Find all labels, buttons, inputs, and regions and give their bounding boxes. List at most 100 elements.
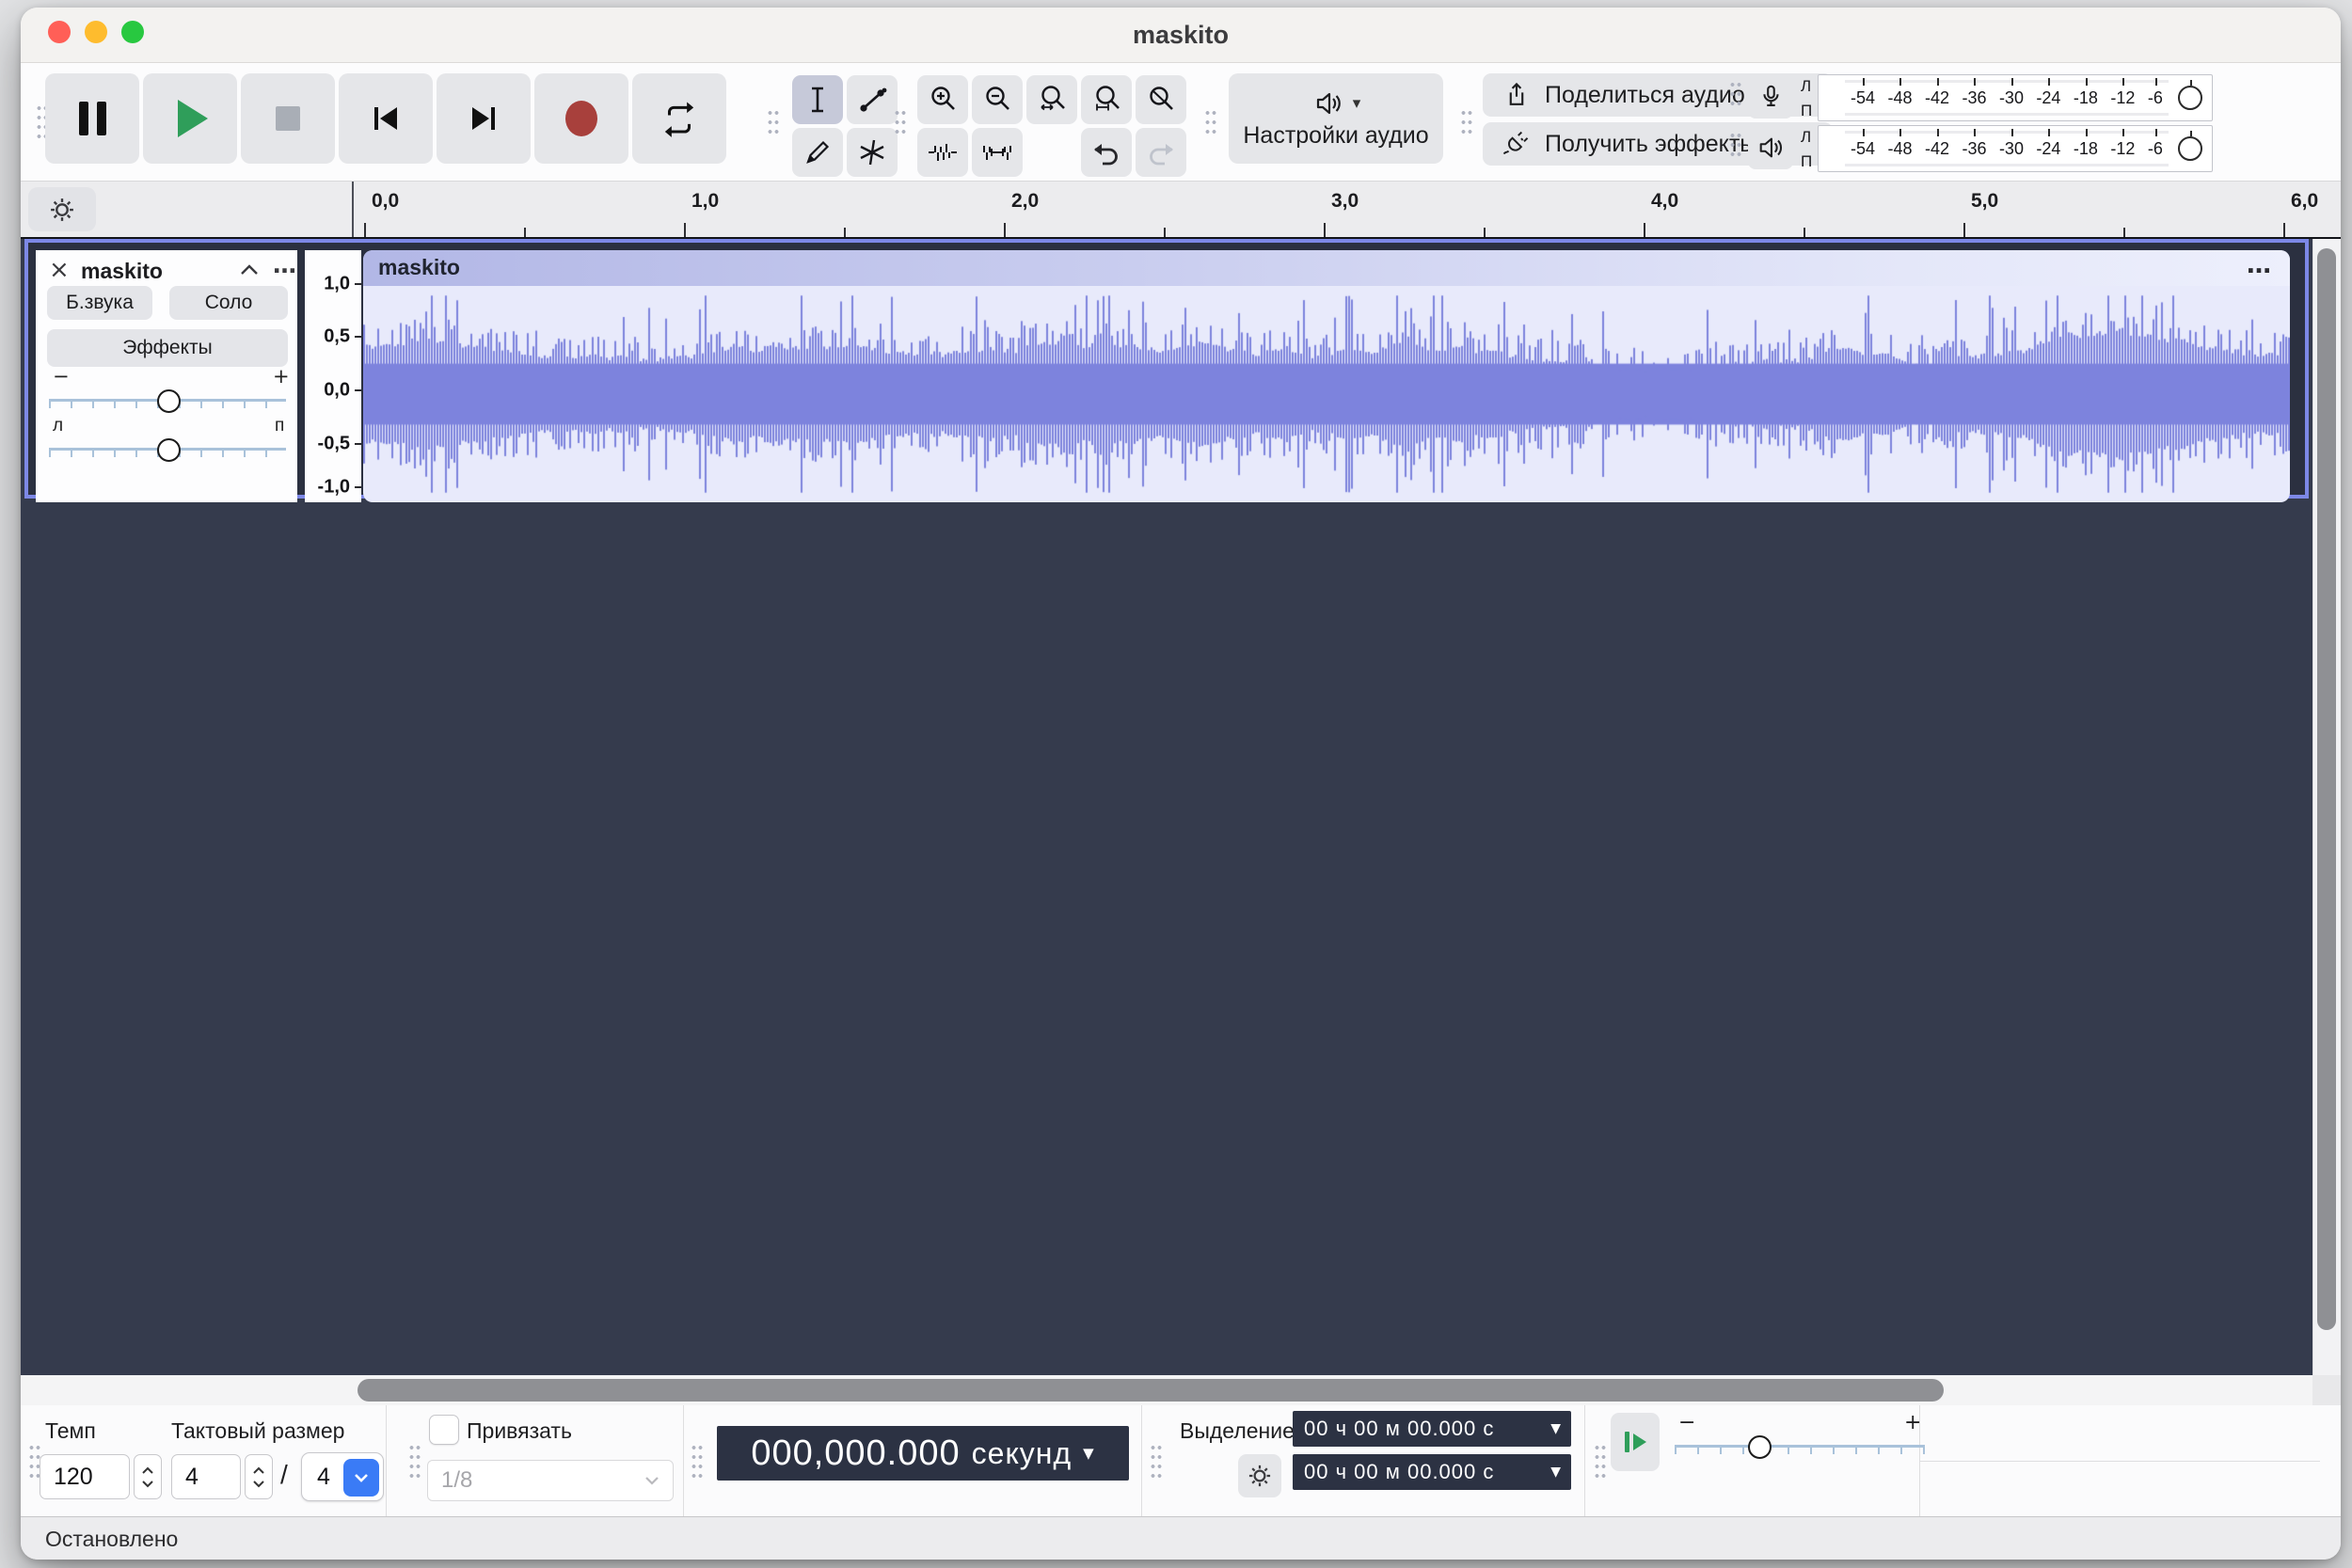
share-audio-label: Поделиться аудио	[1545, 82, 1745, 109]
track-menu-button[interactable]: …	[273, 251, 298, 278]
selection-tool-button[interactable]	[792, 75, 843, 124]
tempo-stepper[interactable]	[134, 1454, 162, 1499]
effects-button[interactable]: Эффекты	[47, 329, 288, 367]
tools-toolbar-grip[interactable]	[767, 108, 780, 136]
time-signature-denominator-select[interactable]: 4	[301, 1452, 384, 1501]
play-speed-slider[interactable]	[1673, 1435, 1927, 1460]
play-button[interactable]	[143, 73, 237, 164]
audio-setup-grip[interactable]	[1204, 108, 1217, 136]
zoom-out-button[interactable]	[972, 75, 1023, 124]
clip-menu-button[interactable]: …	[2247, 251, 2273, 279]
fit-selection-button[interactable]	[1026, 75, 1077, 124]
meter-scale-label: -30	[1999, 139, 2024, 159]
track-area[interactable]: × maskito … Б.звука Соло Эффекты − + л п	[21, 239, 2312, 1375]
snap-interval-select[interactable]: 1/8	[427, 1460, 674, 1501]
time-format-caret[interactable]: ▼	[1083, 1445, 1095, 1462]
zoom-in-button[interactable]	[917, 75, 968, 124]
timeline-options-button[interactable]	[28, 187, 96, 231]
play-at-speed-grip[interactable]	[1594, 1443, 1607, 1481]
recording-meter-mic-button[interactable]	[1748, 75, 1793, 119]
fit-selection-icon	[1036, 84, 1068, 116]
toolbar-separator	[1584, 1405, 1585, 1516]
ruler-label: 5,0	[1971, 190, 1998, 213]
time-toolbar-grip[interactable]	[691, 1443, 704, 1481]
collapse-track-icon[interactable]	[239, 263, 260, 277]
playback-meter-grip[interactable]	[1729, 131, 1742, 159]
select-chevron-button[interactable]	[343, 1459, 379, 1497]
mute-button[interactable]: Б.звука	[47, 286, 152, 320]
pan-slider[interactable]	[47, 438, 288, 463]
waveform-canvas[interactable]	[363, 286, 2290, 502]
snap-checkbox[interactable]	[429, 1415, 459, 1445]
undo-button[interactable]	[1081, 128, 1132, 177]
vertical-scrollbar[interactable]	[2312, 239, 2341, 1375]
vertical-scale-ruler[interactable]: 1,00,50,0-0,5-1,0	[305, 250, 361, 502]
ruler-minor-tick	[844, 228, 846, 237]
recording-meter[interactable]: -54-48-42-36-30-24-18-12-6	[1818, 74, 2213, 121]
pencil-icon	[802, 136, 834, 168]
skip-to-end-button[interactable]	[437, 73, 531, 164]
solo-button[interactable]: Соло	[169, 286, 288, 320]
audio-clip[interactable]: maskito …	[363, 250, 2290, 502]
selection-end-field[interactable]: 00 ч 00 м 00.000 с ▼	[1293, 1454, 1571, 1490]
playback-meter[interactable]: -54-48-42-36-30-24-18-12-6	[1818, 125, 2213, 172]
fit-project-button[interactable]	[1081, 75, 1132, 124]
recording-meter-grip[interactable]	[1729, 80, 1742, 108]
speed-slider-thumb[interactable]	[1748, 1435, 1772, 1459]
share-toolbar-grip[interactable]	[1460, 108, 1473, 136]
chevron-up-icon	[141, 1466, 154, 1475]
pause-icon	[79, 102, 106, 135]
time-signature-numerator-input[interactable]: 4	[171, 1454, 241, 1499]
audio-setup-button[interactable]: ▾ Настройки аудио	[1229, 73, 1443, 164]
gain-slider-thumb[interactable]	[157, 389, 181, 413]
redo-button[interactable]	[1136, 128, 1186, 177]
meter-scale-label: -6	[2148, 139, 2163, 159]
time-signature-stepper[interactable]	[245, 1454, 273, 1499]
zoom-toggle-button[interactable]	[1136, 75, 1186, 124]
audacity-window: maskito	[21, 8, 2341, 1560]
ruler-label: 4,0	[1651, 190, 1678, 213]
track-name[interactable]: maskito	[81, 259, 163, 284]
loop-button[interactable]	[632, 73, 726, 164]
vertical-scale-tick	[355, 389, 361, 391]
clip-header[interactable]: maskito …	[363, 250, 2290, 286]
selection-start-field[interactable]: 00 ч 00 м 00.000 с ▼	[1293, 1411, 1571, 1447]
time-display[interactable]: 000,000.000 секунд ▼	[717, 1426, 1129, 1481]
empty-toolbar-row-line	[1919, 1461, 2320, 1462]
draw-tool-button[interactable]	[792, 128, 843, 177]
pause-button[interactable]	[45, 73, 139, 164]
record-button[interactable]	[534, 73, 628, 164]
toolbar-separator	[683, 1405, 684, 1516]
selection-label: Выделение	[1180, 1418, 1295, 1444]
close-track-button[interactable]: ×	[49, 256, 70, 284]
skip-to-start-button[interactable]	[339, 73, 433, 164]
horizontal-scrollbar-thumb[interactable]	[358, 1379, 1944, 1402]
edit-toolbar-grip[interactable]	[894, 108, 907, 136]
trim-outside-selection-button[interactable]	[917, 128, 968, 177]
pan-slider-thumb[interactable]	[157, 438, 181, 462]
vertical-scrollbar-thumb[interactable]	[2317, 248, 2336, 1330]
tempo-input[interactable]: 120	[40, 1454, 130, 1499]
ruler-label: 3,0	[1331, 190, 1359, 213]
pan-left-label: л	[53, 416, 63, 436]
envelope-tool-button[interactable]	[847, 75, 898, 124]
stop-button[interactable]	[241, 73, 335, 164]
silence-selection-button[interactable]	[972, 128, 1023, 177]
multi-tool-button[interactable]	[847, 128, 898, 177]
selection-start-caret[interactable]: ▼	[1550, 1421, 1562, 1436]
selection-options-button[interactable]	[1238, 1454, 1281, 1497]
selection-toolbar-grip[interactable]	[1150, 1443, 1163, 1481]
gain-slider[interactable]	[47, 389, 288, 414]
selection-end-caret[interactable]: ▼	[1550, 1465, 1562, 1480]
zoom-toggle-icon	[1145, 84, 1177, 116]
pan-right-label: п	[275, 416, 284, 436]
selected-track[interactable]: × maskito … Б.звука Соло Эффекты − + л п	[24, 239, 2309, 499]
playback-meter-speaker-button[interactable]	[1748, 126, 1793, 169]
timeline-ruler[interactable]: 0,01,02,03,04,05,06,0	[21, 182, 2341, 239]
vertical-scale-tick	[355, 443, 361, 445]
play-at-speed-button[interactable]	[1611, 1413, 1660, 1471]
status-text: Остановлено	[45, 1527, 178, 1552]
ruler-major-tick	[1004, 223, 1006, 237]
horizontal-scrollbar[interactable]	[21, 1375, 2312, 1405]
snapping-toolbar-grip[interactable]	[408, 1443, 421, 1481]
